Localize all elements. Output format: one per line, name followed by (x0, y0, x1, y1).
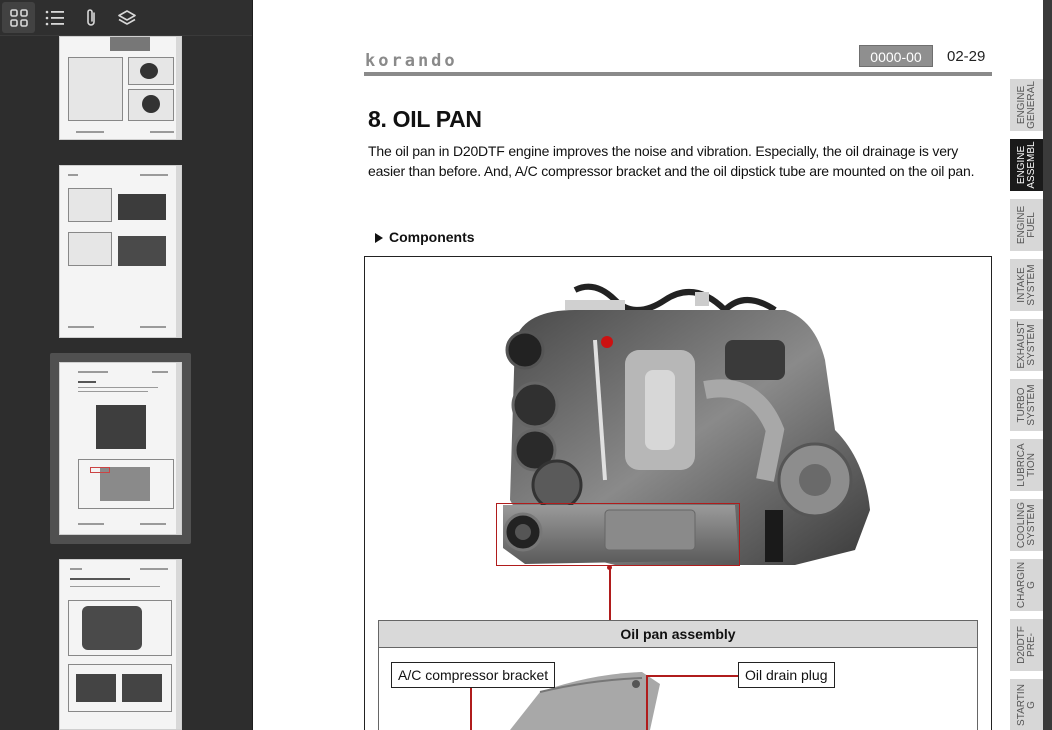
section-code-badge: 0000-00 (859, 45, 933, 67)
tab-charging[interactable]: CHARGIN G (1010, 557, 1043, 611)
ac-compressor-bracket-label: A/C compressor bracket (391, 662, 556, 688)
tab-engine-assembly[interactable]: ENGINE ASSEMBL (1010, 137, 1043, 191)
drain-plug-leader-h (646, 675, 738, 677)
oil-pan-highlight (496, 503, 740, 566)
tab-starting[interactable]: STARTIN G (1010, 677, 1043, 730)
list-icon (45, 10, 64, 25)
page-number: 02-29 (947, 48, 986, 65)
tab-engine-general[interactable]: ENGINE GENERAL (1010, 77, 1043, 131)
layers-button[interactable] (110, 2, 143, 33)
page-thumbnail[interactable] (59, 165, 182, 338)
tab-d20dtf-pre[interactable]: D20DTF PRE- (1010, 617, 1043, 671)
layers-icon (117, 9, 136, 25)
sidebar-toolbar (0, 0, 252, 36)
tab-turbo-system[interactable]: TURBO SYSTEM (1010, 377, 1043, 431)
oil-pan-assembly-label: Oil pan assembly (378, 620, 978, 648)
intro-paragraph: The oil pan in D20DTF engine improves th… (368, 143, 975, 179)
paperclip-icon (86, 8, 95, 26)
tab-lubrication[interactable]: LUBRICA TION (1010, 437, 1043, 491)
tab-exhaust-system[interactable]: EXHAUST SYSTEM (1010, 317, 1043, 371)
ac-bracket-leader-line (470, 688, 472, 730)
page-thumbnail[interactable] (59, 559, 182, 730)
attachments-button[interactable] (74, 2, 107, 33)
brand-logo: korando (365, 51, 458, 71)
thumbnail-sidebar (0, 0, 252, 730)
document-scrollbar[interactable] (1043, 0, 1052, 730)
thumbnails-button[interactable] (2, 2, 35, 33)
leader-dot (607, 565, 612, 570)
oil-pan-leader-line (609, 566, 611, 620)
page-thumbnail[interactable] (59, 36, 182, 140)
tab-engine-fuel[interactable]: ENGINE FUEL (1010, 197, 1043, 251)
header-rule (364, 72, 992, 76)
tab-intake-system[interactable]: INTAKE SYSTEM (1010, 257, 1043, 311)
grid-icon (9, 8, 28, 27)
pdf-viewer: korando 0000-00 02-29 8. OIL PAN The oil… (0, 0, 1052, 730)
components-heading-text: Components (389, 229, 475, 245)
drain-plug-leader-v (646, 675, 648, 730)
triangle-bullet-icon (375, 233, 383, 243)
components-heading: Components (375, 229, 475, 245)
outline-button[interactable] (38, 2, 71, 33)
tab-cooling-system[interactable]: COOLING SYSTEM (1010, 497, 1043, 551)
page-title: 8. OIL PAN (368, 106, 482, 132)
page-thumbnail-current[interactable] (59, 362, 182, 535)
oil-drain-plug-label: Oil drain plug (738, 662, 835, 688)
